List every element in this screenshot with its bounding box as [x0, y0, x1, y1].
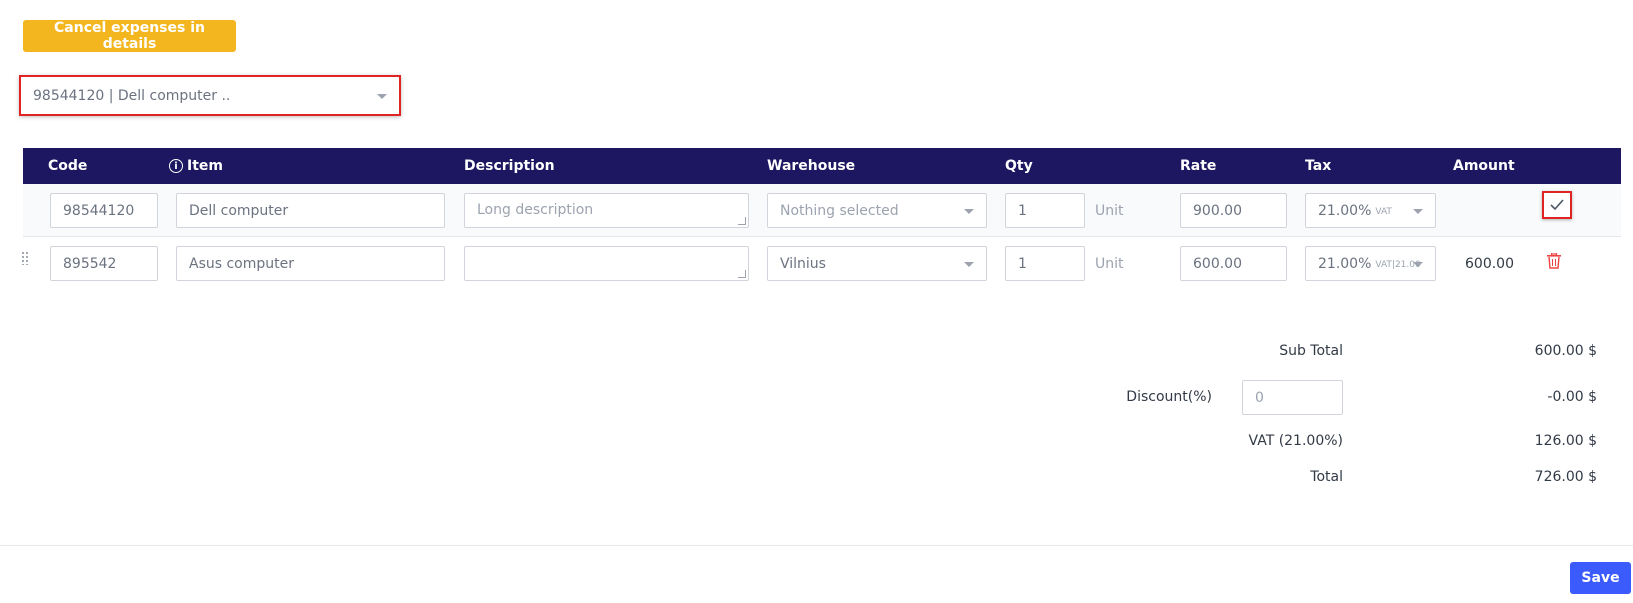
qty-value: 1 — [1018, 202, 1027, 219]
amount-value: 600.00 — [1465, 255, 1514, 272]
header-item-label: Item — [187, 158, 223, 174]
footer-divider — [0, 545, 1633, 546]
expense-details-page: Cancel expenses in details 98544120 | De… — [0, 0, 1633, 603]
total-value: 726.00 $ — [1534, 469, 1597, 485]
new-item-row: 98544120 Dell computer Long description … — [23, 184, 1621, 237]
header-warehouse: Warehouse — [767, 158, 856, 174]
warehouse-value: Vilnius — [780, 255, 826, 272]
item-input[interactable]: Asus computer — [176, 246, 445, 281]
description-textarea[interactable]: Long description — [464, 193, 749, 228]
tax-name: VAT — [1375, 206, 1392, 217]
vat-label: VAT (21.00%) — [1248, 433, 1343, 449]
chevron-down-icon — [964, 261, 974, 267]
tax-select[interactable]: 21.00% VAT — [1305, 193, 1436, 228]
header-item: i Item — [169, 148, 223, 184]
rate-value: 900.00 — [1193, 202, 1242, 219]
discount-input-value: 0 — [1255, 389, 1264, 406]
add-item-button[interactable] — [1542, 191, 1572, 219]
unit-label: Unit — [1095, 202, 1124, 219]
code-input[interactable]: 895542 — [50, 246, 158, 281]
item-input[interactable]: Dell computer — [176, 193, 445, 228]
tax-select[interactable]: 21.00% VAT|21.00 — [1305, 246, 1436, 281]
discount-label: Discount(%) — [1126, 389, 1212, 405]
code-value: 98544120 — [63, 202, 135, 219]
header-code: Code — [48, 158, 88, 174]
tax-rate: 21.00% — [1318, 255, 1372, 272]
header-description: Description — [464, 158, 555, 174]
item-select-dropdown[interactable]: 98544120 | Dell computer .. — [21, 77, 399, 114]
item-value: Asus computer — [189, 255, 295, 272]
subtotal-value: 600.00 $ — [1534, 343, 1597, 359]
rate-value: 600.00 — [1193, 255, 1242, 272]
discount-value: -0.00 $ — [1547, 389, 1597, 405]
item-value: Dell computer — [189, 202, 289, 219]
vat-value: 126.00 $ — [1534, 433, 1597, 449]
chevron-down-icon — [964, 208, 974, 214]
code-value: 895542 — [63, 255, 117, 272]
warehouse-value: Nothing selected — [780, 202, 899, 219]
total-label: Total — [1310, 469, 1343, 485]
drag-handle-icon[interactable] — [21, 251, 29, 265]
header-qty: Qty — [1005, 158, 1033, 174]
qty-input[interactable]: 1 — [1005, 193, 1085, 228]
qty-value: 1 — [1018, 255, 1027, 272]
unit-label: Unit — [1095, 255, 1124, 272]
tax-rate: 21.00% — [1318, 202, 1372, 219]
check-icon — [1550, 199, 1564, 211]
chevron-down-icon — [1413, 208, 1423, 214]
delete-item-button[interactable] — [1547, 252, 1563, 273]
chevron-down-icon — [1413, 261, 1423, 267]
items-table-header: Code i Item Description Warehouse Qty Ra… — [23, 148, 1621, 184]
qty-input[interactable]: 1 — [1005, 246, 1085, 281]
info-icon[interactable]: i — [169, 159, 183, 173]
cancel-expenses-button[interactable]: Cancel expenses in details — [23, 20, 236, 52]
trash-icon — [1547, 252, 1561, 269]
chevron-down-icon — [377, 93, 387, 99]
item-select-highlight: 98544120 | Dell computer .. — [19, 75, 401, 116]
description-textarea[interactable] — [464, 246, 749, 281]
discount-input[interactable]: 0 — [1242, 380, 1343, 415]
resize-handle-icon[interactable] — [738, 217, 746, 225]
description-placeholder: Long description — [477, 202, 594, 218]
code-input[interactable]: 98544120 — [50, 193, 158, 228]
warehouse-select[interactable]: Nothing selected — [767, 193, 987, 228]
rate-input[interactable]: 600.00 — [1180, 246, 1287, 281]
header-amount: Amount — [1453, 158, 1515, 174]
warehouse-select[interactable]: Vilnius — [767, 246, 987, 281]
resize-handle-icon[interactable] — [738, 270, 746, 278]
rate-input[interactable]: 900.00 — [1180, 193, 1287, 228]
item-row-asus: 895542 Asus computer Vilnius 1 Unit 600.… — [21, 237, 1621, 290]
item-select-value: 98544120 | Dell computer .. — [33, 87, 231, 104]
save-button[interactable]: Save — [1570, 562, 1631, 594]
subtotal-label: Sub Total — [1279, 343, 1343, 359]
header-rate: Rate — [1180, 158, 1217, 174]
header-tax: Tax — [1305, 158, 1332, 174]
